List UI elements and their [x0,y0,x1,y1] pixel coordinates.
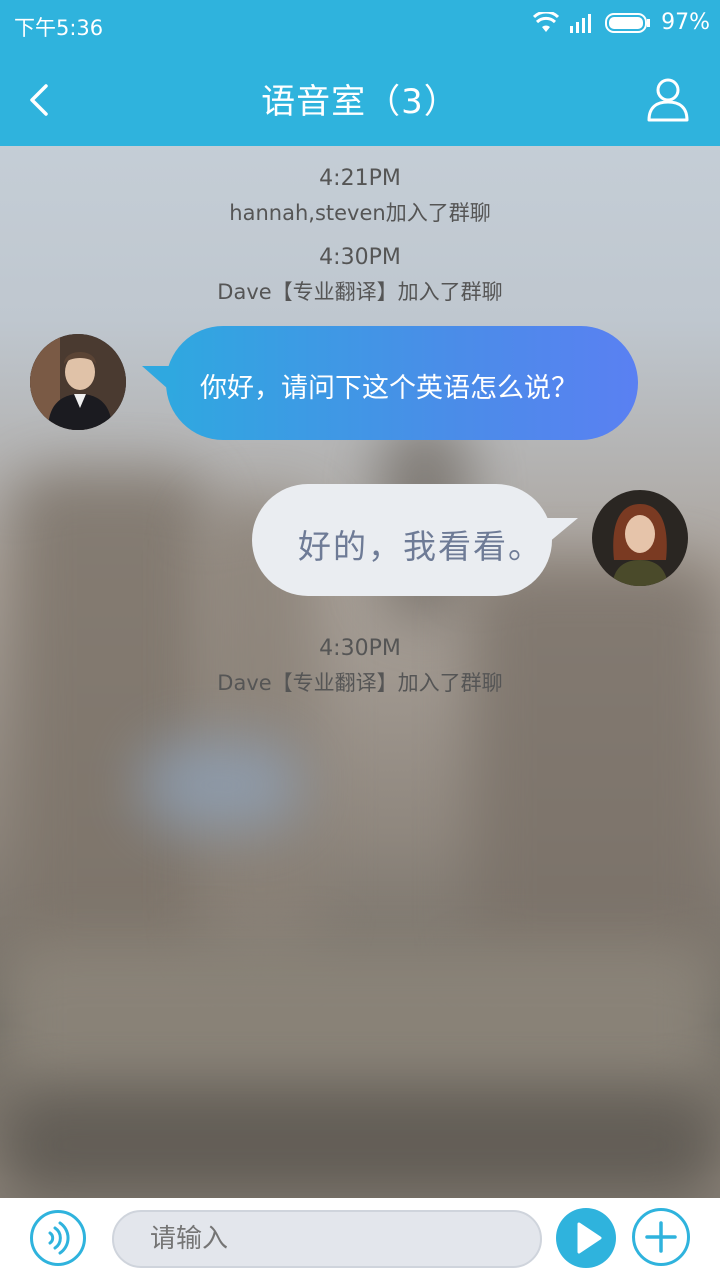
system-message-time: 4:30PM [319,636,401,661]
system-message-text: hannah,steven加入了群聊 [229,201,491,225]
system-message: 4:21PM hannah,steven加入了群聊 [0,166,720,227]
plus-icon [645,1221,677,1253]
message-input[interactable] [112,1210,542,1268]
nav-bar: 语音室（3） [0,52,720,146]
play-button[interactable] [556,1208,616,1268]
system-message-text: Dave【专业翻译】加入了群聊 [217,280,503,304]
page-title: 语音室（3） [261,82,459,122]
avatar[interactable] [592,490,688,586]
system-message-time: 4:30PM [319,245,401,270]
play-icon [577,1222,602,1254]
signal-icon [570,13,592,33]
system-message: 4:30PM Dave【专业翻译】加入了群聊 [0,245,720,306]
avatar[interactable] [30,334,126,430]
message-text: 你好，请问下这个英语怎么说？ [200,373,578,404]
message-text: 好的，我看看。 [298,527,543,566]
avatar-female-image [592,490,688,586]
system-message: 4:30PM Dave【专业翻译】加入了群聊 [0,636,720,697]
voice-icon [48,1221,70,1255]
user-icon[interactable] [646,76,690,122]
input-bar [0,1198,720,1280]
message-bubble-outgoing[interactable]: 好的，我看看。 [252,484,578,596]
status-bar: 下午5:36 97% [0,0,720,52]
battery-icon [605,12,651,33]
status-time: 下午5:36 [14,16,104,40]
message-bubble-incoming[interactable]: 你好，请问下这个英语怎么说？ [142,326,638,440]
system-message-time: 4:21PM [319,166,401,191]
avatar-male-image [30,334,126,430]
wifi-icon [533,11,560,32]
battery-percent: 97% [661,10,710,35]
add-button[interactable] [632,1208,690,1266]
system-message-text: Dave【专业翻译】加入了群聊 [217,671,503,695]
voice-button[interactable] [30,1210,86,1266]
